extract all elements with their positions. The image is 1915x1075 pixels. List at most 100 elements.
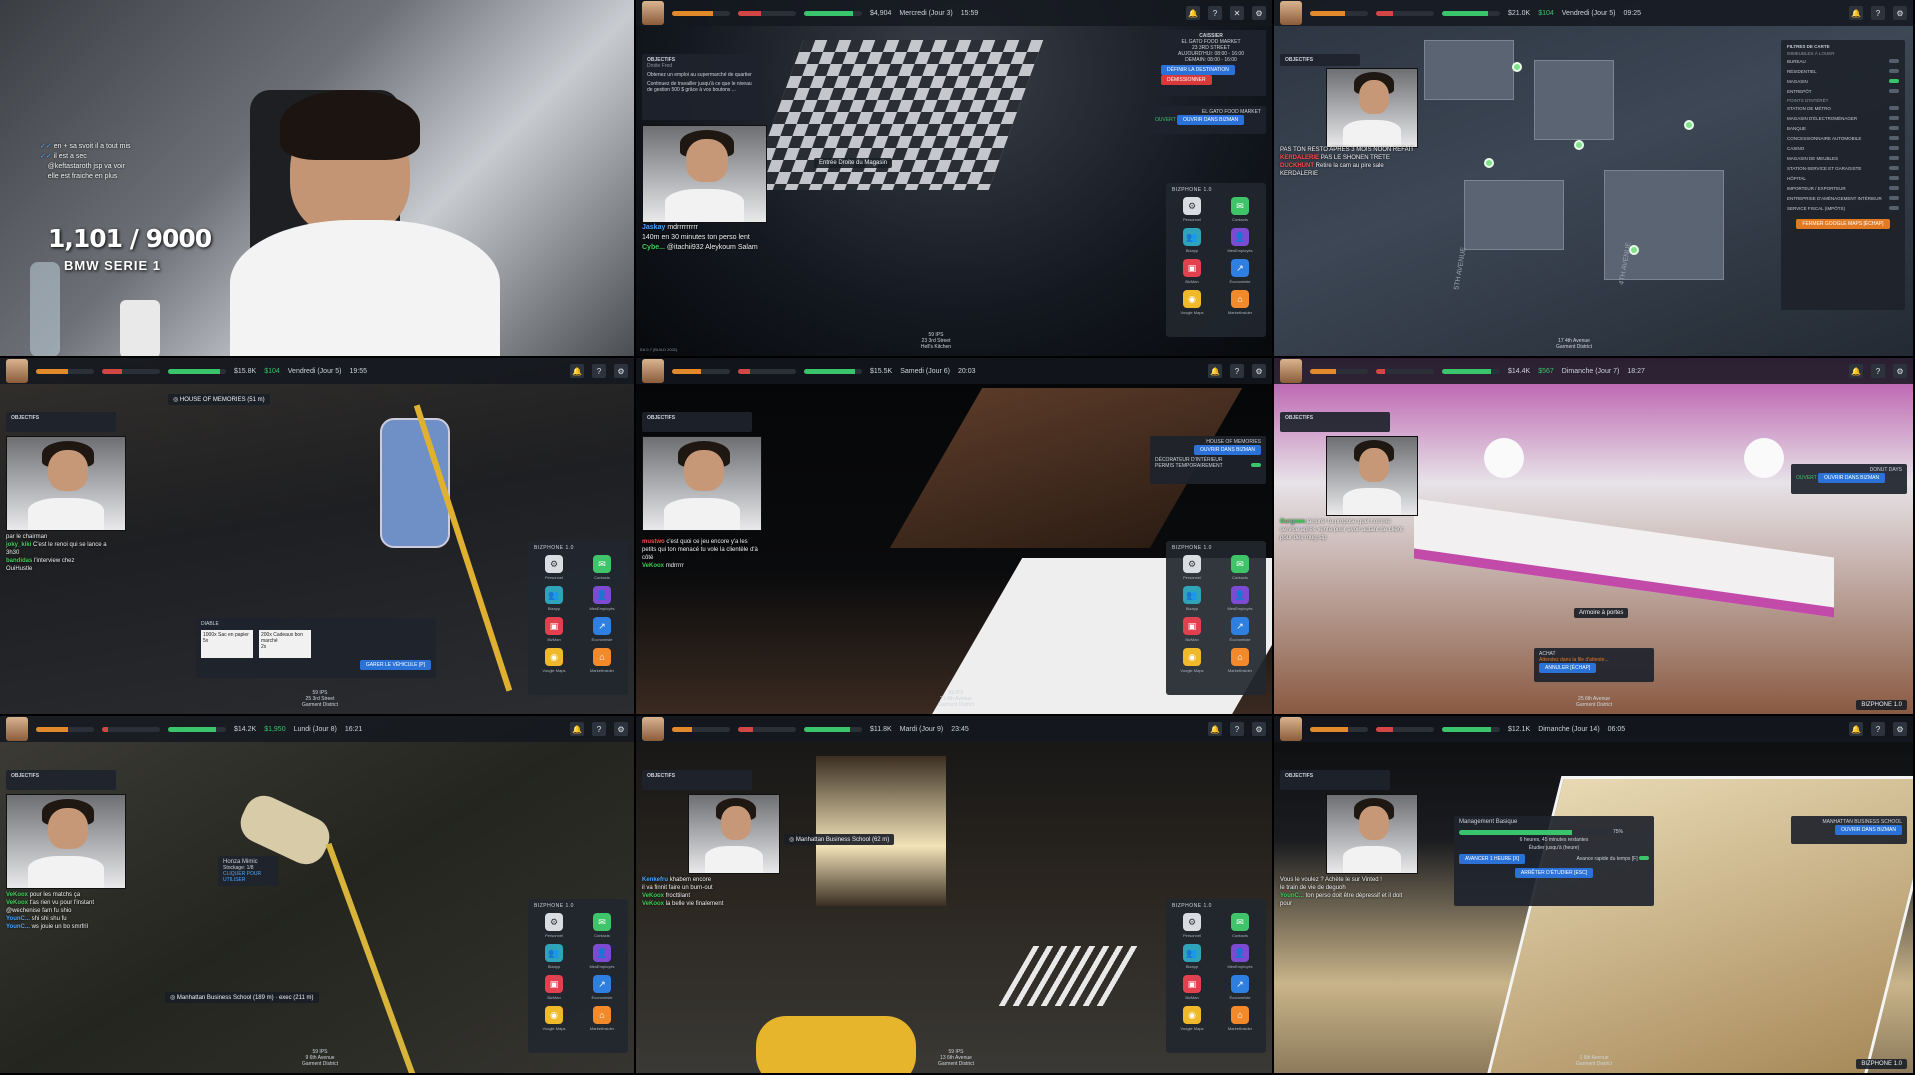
bell-icon[interactable]: 🔔 xyxy=(570,364,584,378)
app-contacts[interactable]: ✉ Contacts xyxy=(582,913,622,938)
app-bizapp[interactable]: 👥 Bizapp xyxy=(1172,586,1212,611)
app-bizman[interactable]: ▣ BizMan xyxy=(1172,975,1212,1000)
app-bizapp[interactable]: 👥 Bizapp xyxy=(1172,228,1212,253)
map-pin[interactable] xyxy=(1484,158,1494,168)
help-icon[interactable]: ? xyxy=(1871,722,1885,736)
park-vehicle-button[interactable]: GARER LE VÉHICULE [P] xyxy=(359,660,431,670)
bell-icon[interactable]: 🔔 xyxy=(570,722,584,736)
bizphone-collapsed[interactable]: BIZPHONE 1.0 xyxy=(1856,700,1907,710)
help-icon[interactable]: ? xyxy=(1208,6,1222,20)
help-icon[interactable]: ? xyxy=(1871,6,1885,20)
app-maps[interactable]: ◉ Voogle Maps xyxy=(1172,290,1212,315)
help-icon[interactable]: ? xyxy=(1230,364,1244,378)
filter-row[interactable]: HÔPITAL xyxy=(1787,173,1899,183)
permit-row[interactable]: PERMIS TEMPORAIREMENT xyxy=(1155,463,1261,469)
filter-row[interactable]: STATION DE MÉTRO xyxy=(1787,103,1899,113)
help-icon[interactable]: ? xyxy=(592,364,606,378)
bell-icon[interactable]: 🔔 xyxy=(1208,364,1222,378)
help-icon[interactable]: ? xyxy=(1871,364,1885,378)
bell-icon[interactable]: 🔔 xyxy=(1208,722,1222,736)
app-personnel[interactable]: ⚙ Personnel xyxy=(1172,197,1212,222)
app-employees[interactable]: 👤 MesEmployés xyxy=(582,586,622,611)
gear-icon[interactable]: ⚙ xyxy=(1252,722,1266,736)
app-market[interactable]: ⌂ MarketInsider xyxy=(1220,648,1260,673)
filter-row[interactable]: ENTREPRISE D'AMÉNAGEMENT INTÉRIEUR xyxy=(1787,193,1899,203)
app-economist[interactable]: ↗ Économiste xyxy=(582,617,622,642)
app-economist[interactable]: ↗ Économiste xyxy=(1220,975,1260,1000)
open-bizman-button[interactable]: OUVRIR DANS BIZMAN xyxy=(1193,445,1261,455)
app-employees[interactable]: 👤 MesEmployés xyxy=(582,944,622,969)
app-bizman[interactable]: ▣ BizMan xyxy=(534,617,574,642)
gear-icon[interactable]: ⚙ xyxy=(614,722,628,736)
app-bizapp[interactable]: 👥 Bizapp xyxy=(1172,944,1212,969)
stop-studying-button[interactable]: ARRÊTER D'ÉTUDIER [ESC] xyxy=(1514,868,1594,878)
gear-icon[interactable]: ⚙ xyxy=(1252,6,1266,20)
player-avatar[interactable] xyxy=(1280,1,1302,25)
cart-item[interactable]: 1000x Sac en papier 5x xyxy=(201,630,253,658)
filter-row[interactable]: BUREAU xyxy=(1787,56,1899,66)
app-bizapp[interactable]: 👥 Bizapp xyxy=(534,586,574,611)
bell-icon[interactable]: 🔔 xyxy=(1849,722,1863,736)
app-contacts[interactable]: ✉ Contacts xyxy=(1220,555,1260,580)
vehicle-hint[interactable]: CLIQUER POUR UTILISER xyxy=(223,871,273,883)
filter-row[interactable]: IMPORTEUR / EXPORTEUR xyxy=(1787,183,1899,193)
app-personnel[interactable]: ⚙ Personnel xyxy=(534,913,574,938)
app-economist[interactable]: ↗ Économiste xyxy=(582,975,622,1000)
filter-row[interactable]: CONCESSIONNAIRE AUTOMOBILE xyxy=(1787,133,1899,143)
bell-icon[interactable]: 🔔 xyxy=(1186,6,1200,20)
cart-item[interactable]: 200x Cadeaux bon marché 2x xyxy=(259,630,311,658)
app-maps[interactable]: ◉ Voogle Maps xyxy=(534,648,574,673)
open-bizman-button[interactable]: OUVRIR DANS BIZMAN xyxy=(1818,473,1886,483)
open-bizman-button[interactable]: OUVRIR DANS BIZMAN xyxy=(1177,115,1245,125)
help-icon[interactable]: ? xyxy=(592,722,606,736)
app-bizman[interactable]: ▣ BizMan xyxy=(1172,259,1212,284)
bizphone-collapsed[interactable]: BIZPHONE 1.0 xyxy=(1856,1059,1907,1069)
app-bizman[interactable]: ▣ BizMan xyxy=(1172,617,1212,642)
gear-icon[interactable]: ⚙ xyxy=(614,364,628,378)
player-avatar[interactable] xyxy=(6,717,28,741)
bell-icon[interactable]: 🔔 xyxy=(1849,6,1863,20)
set-destination-button[interactable]: DÉFINIR LA DESTINATION xyxy=(1161,65,1235,75)
cancel-button[interactable]: ANNULER [ÉCHAP] xyxy=(1539,663,1597,673)
tools-icon[interactable]: ✕ xyxy=(1230,6,1244,20)
map-pin[interactable] xyxy=(1684,120,1694,130)
filter-row[interactable]: RÉSIDENTIEL xyxy=(1787,66,1899,76)
app-maps[interactable]: ◉ Voogle Maps xyxy=(534,1006,574,1031)
app-contacts[interactable]: ✉ Contacts xyxy=(582,555,622,580)
app-employees[interactable]: 👤 MesEmployés xyxy=(1220,228,1260,253)
fast-forward-toggle[interactable]: Avance rapide du temps [F] xyxy=(1577,856,1649,862)
app-market[interactable]: ⌂ MarketInsider xyxy=(1220,1006,1260,1031)
app-employees[interactable]: 👤 MesEmployés xyxy=(1220,944,1260,969)
app-market[interactable]: ⌂ MarketInsider xyxy=(1220,290,1260,315)
map-pin[interactable] xyxy=(1574,140,1584,150)
player-avatar[interactable] xyxy=(642,717,664,741)
filter-row[interactable]: MAGASIN xyxy=(1787,76,1899,86)
gear-icon[interactable]: ⚙ xyxy=(1893,722,1907,736)
filter-row[interactable]: SERVICE FISCAL (IMPÔTS) xyxy=(1787,203,1899,213)
player-avatar[interactable] xyxy=(6,359,28,383)
app-personnel[interactable]: ⚙ Personnel xyxy=(1172,913,1212,938)
gear-icon[interactable]: ⚙ xyxy=(1252,364,1266,378)
open-bizman-button[interactable]: OUVRIR DANS BIZMAN xyxy=(1834,825,1902,835)
filter-row[interactable]: ENTREPÔT xyxy=(1787,86,1899,96)
app-economist[interactable]: ↗ Économiste xyxy=(1220,259,1260,284)
filter-row[interactable]: MAGASIN D'ÉLECTROMÉNAGER xyxy=(1787,113,1899,123)
gear-icon[interactable]: ⚙ xyxy=(1893,6,1907,20)
app-employees[interactable]: 👤 MesEmployés xyxy=(1220,586,1260,611)
player-avatar[interactable] xyxy=(642,359,664,383)
app-maps[interactable]: ◉ Voogle Maps xyxy=(1172,648,1212,673)
app-economist[interactable]: ↗ Économiste xyxy=(1220,617,1260,642)
close-maps-button[interactable]: FERMER GOOGLE MAPS [ÉCHAP] xyxy=(1796,219,1890,229)
filter-row[interactable]: STATION-SERVICE ET GARAGISTE xyxy=(1787,163,1899,173)
player-avatar[interactable] xyxy=(1280,717,1302,741)
app-maps[interactable]: ◉ Voogle Maps xyxy=(1172,1006,1212,1031)
app-contacts[interactable]: ✉ Contacts xyxy=(1220,913,1260,938)
app-personnel[interactable]: ⚙ Personnel xyxy=(1172,555,1212,580)
app-market[interactable]: ⌂ MarketInsider xyxy=(582,648,622,673)
player-avatar[interactable] xyxy=(642,1,664,25)
resign-button[interactable]: DÉMISSIONNER xyxy=(1161,75,1212,85)
app-market[interactable]: ⌂ MarketInsider xyxy=(582,1006,622,1031)
filter-row[interactable]: CASINO xyxy=(1787,143,1899,153)
help-icon[interactable]: ? xyxy=(1230,722,1244,736)
app-bizapp[interactable]: 👥 Bizapp xyxy=(534,944,574,969)
